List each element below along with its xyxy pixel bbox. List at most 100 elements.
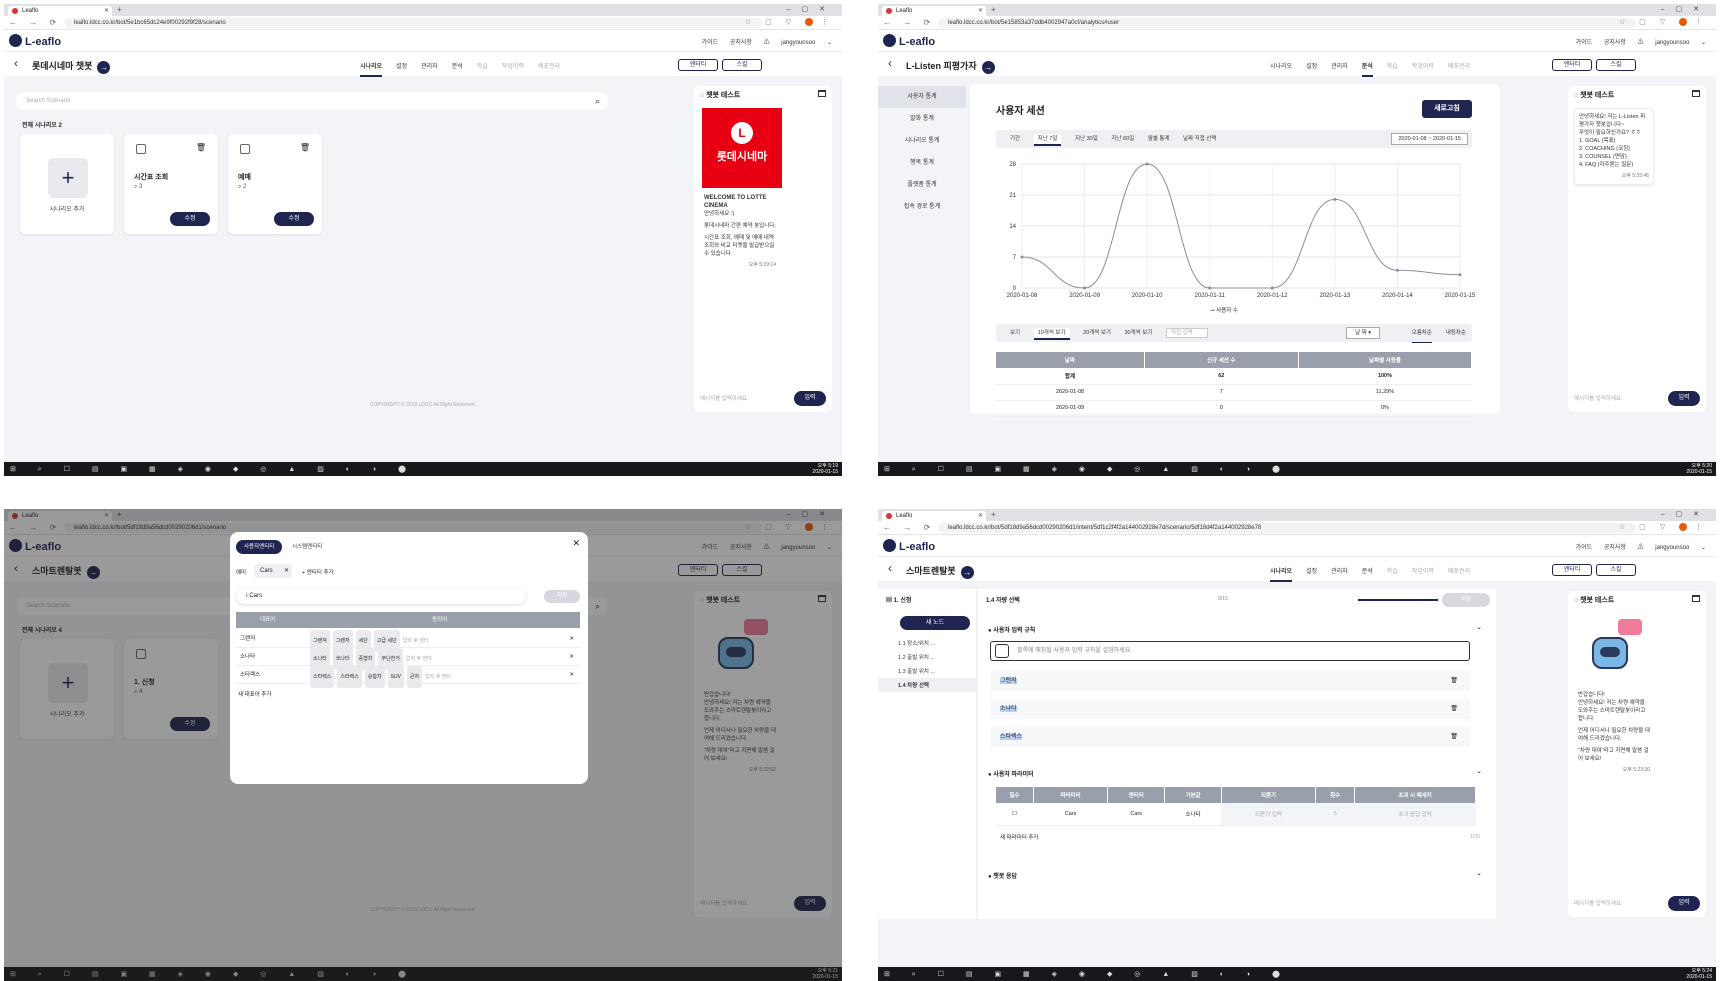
taskbar-icons[interactable]: ⊞ ⌕ ☐ ▤ ▣ ▦ ◈ ◉ ◆ ◎ ▲ ▨ ◐ ◑ ⬤ [884,970,1290,979]
url-field[interactable]: leaflo.ldcc.co.kr/bot/5e1bc65dc24e9f0029… [64,18,762,28]
entity-button[interactable]: 엔터티 [678,59,718,71]
chevron-down-icon[interactable]: ⌄ [1476,623,1482,631]
sidenav-platform-stats[interactable]: 플랫폼 통계 [878,174,966,196]
add-scenario-card[interactable]: + 시나리오 추가 [20,134,114,234]
maximize-icon[interactable] [1692,595,1700,602]
node-item[interactable]: 1.1 장소/위치 ... [878,636,976,650]
sort-desc[interactable]: 내림차순 [1446,324,1466,342]
tab-user-entity[interactable]: 사용자엔티티 [236,540,283,554]
save-button[interactable]: 저장 [544,590,580,603]
sidenav-user-stats[interactable]: 사용자 통계 [878,86,966,108]
trash-icon[interactable]: 🗑 [196,143,206,152]
period-7d[interactable]: 지난 7일 [1033,134,1062,146]
logo[interactable]: L-eaflo [883,34,935,48]
url-field[interactable]: leaflo.ldcc.co.kr/bot/5e15853a37ddb40029… [938,18,1636,28]
entity-name-input[interactable]: ⅰ Cars [236,588,526,604]
scenario-card[interactable]: 🗑 예매 ⌕ 2 수정 [228,134,322,234]
direct-input-field[interactable]: 직접 입력 [1165,328,1208,338]
tab-deploy[interactable]: 배포관리 [1448,64,1470,75]
browser-tab[interactable]: Leaflo ✕ [8,6,112,16]
chat-send-button[interactable]: 입력 [1668,896,1700,911]
syn-tag[interactable]: 스타렉스 [337,666,362,688]
new-tab-button[interactable]: + [991,510,996,519]
tab-analytics[interactable]: 분석 [1361,64,1373,77]
profile-avatar[interactable] [805,18,814,27]
syn-tag[interactable]: SUV [387,666,404,688]
tab-learning[interactable]: 학습 [477,64,488,75]
entity-button[interactable]: 엔터티 [1552,59,1592,71]
syn-input[interactable]: 입력 후 엔터 [425,674,451,680]
header-links[interactable]: 가이드 공지사항 ⚠ jangyounsoo ⌄ [1576,542,1706,551]
tab-history[interactable]: 작업이력 [1412,64,1434,75]
delete-row-icon[interactable]: ✕ [569,648,574,666]
edit-button[interactable]: 수정 [170,212,210,226]
period-30d[interactable]: 지난 30일 [1075,136,1098,142]
trash-icon[interactable]: 🗑 [1450,727,1458,747]
logo[interactable]: L-eaflo [883,539,935,553]
back-icon[interactable]: ‹ [14,56,18,70]
window-controls[interactable]: –▢✕ [1661,510,1710,518]
header-links[interactable]: 가이드 공지사항 ⚠ jangyounsoo ⌄ [1576,37,1706,46]
chat-input[interactable]: 메시지를 입력하세요. [1574,392,1666,406]
extension-icons[interactable]: ☆ ▢ ▽ ⋮ [1619,523,1708,532]
tab-analytics[interactable]: 분석 [452,64,463,75]
view-20[interactable]: 20개씩 보기 [1083,330,1111,336]
profile-avatar[interactable] [1679,18,1688,27]
maximize-icon[interactable] [818,90,826,97]
reprompt-input[interactable]: 되묻기 입력 [1221,803,1316,826]
tab-analytics[interactable]: 분석 [1362,569,1373,580]
chat-send-button[interactable]: 입력 [794,391,826,406]
syn-input[interactable]: 입력 후 엔터 [406,656,432,662]
skill-button[interactable]: 스킬 [1596,564,1636,576]
tab-settings[interactable]: 설정 [1306,64,1317,75]
entity-chip[interactable]: Cars ✕ [254,564,292,578]
new-node-button[interactable]: 새 노드 [900,616,970,630]
extension-icons[interactable]: ☆ ▢ ▽ ⋮ [1619,18,1708,27]
entity-rule-text[interactable]: 스타렉스 [1000,734,1023,740]
input-rule-field[interactable]: 블록에 매칭될 사용자 입력 규칙을 설정하세요. [990,641,1470,661]
syn-tag[interactable]: 승합차 [364,666,385,688]
new-tab-button[interactable]: + [991,5,996,14]
syn-tag[interactable]: 큰차 [406,666,423,688]
tab-learning[interactable]: 학습 [1387,64,1398,75]
period-custom[interactable]: 날짜 직접 선택 [1183,136,1216,142]
go-arrow-icon[interactable]: → [97,61,111,74]
cell[interactable]: Cars [1107,803,1165,826]
tab-admin[interactable]: 관리자 [1331,569,1348,580]
window-controls[interactable]: –▢✕ [1661,5,1710,13]
chat-send-button[interactable]: 입력 [1668,391,1700,406]
tab-settings[interactable]: 설정 [1306,569,1317,580]
cell[interactable]: 소나타 [1164,803,1222,826]
tab-admin[interactable]: 관리자 [1331,64,1348,75]
remove-icon[interactable]: ✕ [284,564,289,578]
header-links[interactable]: 가이드 공지사항 ⚠ jangyounsoo ⌄ [702,37,832,46]
tab-system-entity[interactable]: 시스템엔티티 [284,540,330,554]
tab-scenario[interactable]: 시나리오 [1270,64,1292,75]
entity-button[interactable]: 엔터티 [1552,564,1592,576]
go-arrow-icon[interactable]: → [981,61,995,74]
new-tab-button[interactable]: + [117,5,122,14]
browser-tab[interactable]: Leaflo ✕ [882,511,986,521]
logo[interactable]: L-eaflo [9,34,61,48]
taskbar-icons[interactable]: ⊞ ⌕ ☐ ▤ ▣ ▦ ◈ ◉ ◆ ◎ ▲ ▨ ◐ ◑ ⬤ [884,465,1290,474]
edit-button[interactable]: 수정 [274,212,314,226]
sidenav-happy-stats[interactable]: 행복 통계 [878,152,966,174]
period-60d[interactable]: 지난 60일 [1111,136,1134,142]
search-input[interactable]: Search Scenario ⌕ [16,92,608,110]
trash-icon[interactable]: 🗑 [1450,699,1458,719]
period-monthly[interactable]: 월별 통계 [1148,136,1170,142]
chevron-down-icon[interactable]: ⌄ [1476,869,1482,877]
cell[interactable]: Cars [1033,803,1108,826]
sort-select[interactable]: 날 짜 ▾ [1346,327,1380,339]
syn-input[interactable]: 입력 후 엔터 [403,638,429,644]
delete-row-icon[interactable]: ✕ [569,630,574,648]
taskbar-icons[interactable]: ⊞ ⌕ ☐ ▤ ▣ ▦ ◈ ◉ ◆ ◎ ▲ ▨ ◐ ◑ ⬤ [10,465,416,474]
extension-icons[interactable]: ☆ ▢ ▽ ⋮ [745,18,834,27]
tab-scenario[interactable]: 시나리오 [360,64,383,77]
tab-scenario[interactable]: 시나리오 [1270,569,1293,582]
chat-input[interactable]: 메시지를 입력하세요. [700,392,792,406]
refresh-button[interactable]: 새로고침 [1422,100,1472,118]
tab-deploy[interactable]: 배포관리 [538,64,560,75]
syn-tag[interactable]: 스타렉스 [310,666,335,688]
sidenav-scenario-stats[interactable]: 시나리오 통계 [878,130,966,152]
